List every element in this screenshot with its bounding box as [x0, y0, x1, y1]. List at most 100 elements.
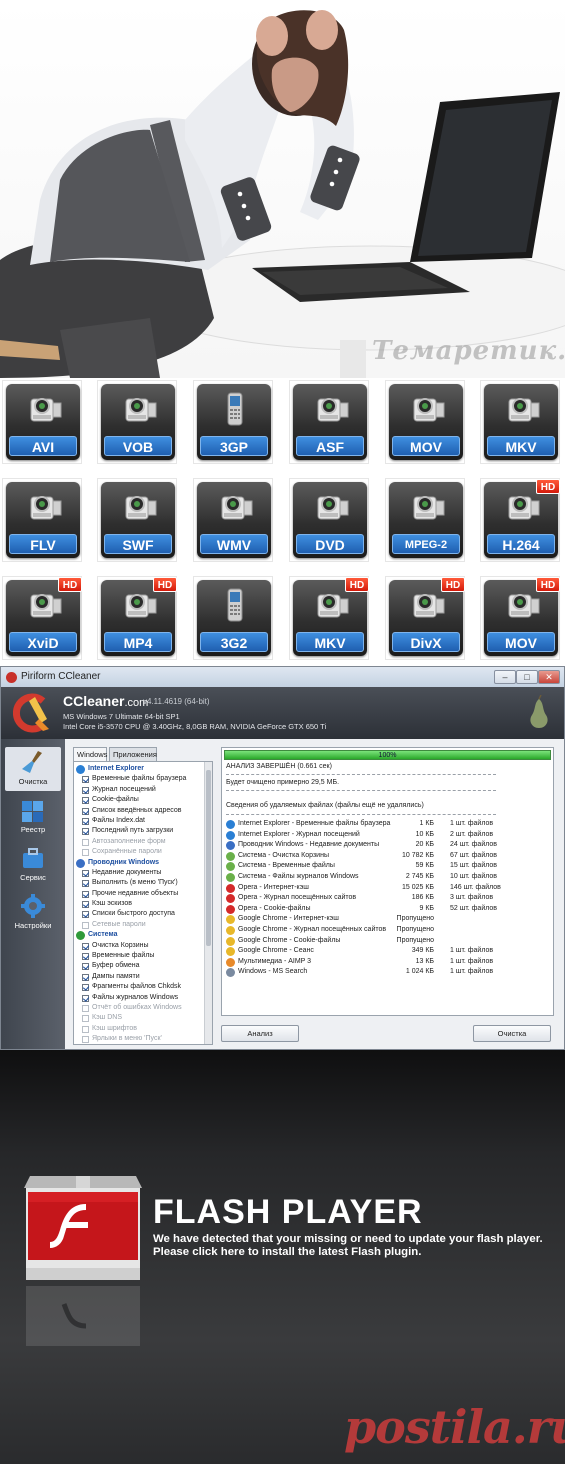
checkbox[interactable]	[82, 880, 89, 888]
result-row[interactable]: Windows - MS Search 1 024 КБ 1 шт. файлов	[226, 967, 551, 978]
format-tile[interactable]: MOV HD	[480, 576, 560, 660]
checkbox[interactable]	[82, 901, 89, 909]
tree-option[interactable]: Журнал посещений	[74, 785, 212, 795]
result-row[interactable]: Google Chrome - Интернет-кэш Пропущено	[226, 914, 551, 925]
tree-category[interactable]: Система	[74, 930, 212, 941]
format-tile[interactable]: MPEG-2	[385, 478, 465, 562]
checkbox[interactable]	[82, 869, 89, 877]
checkbox[interactable]	[82, 797, 89, 805]
tree-option[interactable]: Ярлыки в меню 'Пуск'	[74, 1034, 212, 1044]
format-tile[interactable]: MKV HD	[289, 576, 369, 660]
tree-scrollbar[interactable]	[204, 762, 212, 1044]
maximize-button[interactable]: □	[516, 670, 538, 684]
format-tile[interactable]: VOB	[97, 380, 177, 464]
tree-option[interactable]: Кэш DNS	[74, 1013, 212, 1023]
format-tile[interactable]: 3G2	[193, 576, 273, 660]
tree-option[interactable]: Недавние документы	[74, 868, 212, 878]
checkbox[interactable]	[82, 963, 89, 971]
tree-option[interactable]: Отчёт об ошибках Windows	[74, 1003, 212, 1013]
tree-category[interactable]: Проводник Windows	[74, 858, 212, 868]
checkbox[interactable]	[82, 817, 89, 825]
result-row[interactable]: Opera - Интернет-кэш 15 025 КБ 146 шт. фай…	[226, 883, 551, 894]
tree-option[interactable]: Кэш шрифтов	[74, 1024, 212, 1034]
result-row[interactable]: Internet Explorer - Журнал посещений 10 К…	[226, 830, 551, 841]
checkbox[interactable]	[82, 953, 89, 961]
run-cleaner-button[interactable]: Очистка	[473, 1025, 551, 1042]
scrollbar-thumb[interactable]	[206, 770, 211, 946]
checkbox[interactable]	[82, 911, 89, 919]
result-row[interactable]: Internet Explorer - Временные файлы брау…	[226, 819, 551, 830]
result-row[interactable]: Google Chrome - Журнал посещённых сайтов…	[226, 925, 551, 936]
close-button[interactable]: ✕	[538, 670, 560, 684]
tree-option[interactable]: Временные файлы браузера	[74, 774, 212, 784]
tree-option[interactable]: Автозаполнение форм	[74, 837, 212, 847]
format-tile[interactable]: XviD HD	[2, 576, 82, 660]
format-tile[interactable]: AVI	[2, 380, 82, 464]
sidebar-item-tools[interactable]: Сервис	[5, 843, 61, 887]
checkbox[interactable]	[82, 828, 89, 836]
tree-option[interactable]: Файлы журналов Windows	[74, 993, 212, 1003]
checkbox[interactable]	[82, 838, 89, 846]
checkbox[interactable]	[82, 994, 89, 1002]
format-tile[interactable]: FLV	[2, 478, 82, 562]
minimize-button[interactable]: –	[494, 670, 516, 684]
tree-option[interactable]: Файлы Index.dat	[74, 816, 212, 826]
sidebar-item-registry[interactable]: Реестр	[5, 795, 61, 839]
tree-option[interactable]: Сохранённые пароли	[74, 847, 212, 857]
result-row[interactable]: Система - Файлы журналов Windows 2 745 КБ…	[226, 872, 551, 883]
tree-category[interactable]: Internet Explorer	[74, 764, 212, 774]
result-row[interactable]: Opera - Cookie-файлы 9 КБ 52 шт. файлов	[226, 904, 551, 915]
tree-option[interactable]: Последний путь загрузки	[74, 826, 212, 836]
format-tile[interactable]: H.264 HD	[480, 478, 560, 562]
result-row[interactable]: Мультимедиа - AIMP 3 13 КБ 1 шт. файлов	[226, 957, 551, 968]
checkbox[interactable]	[82, 1015, 89, 1023]
tree-option[interactable]: Очистка Корзины	[74, 941, 212, 951]
format-tile[interactable]: 3GP	[193, 380, 273, 464]
format-tile[interactable]: MP4 HD	[97, 576, 177, 660]
tree-option[interactable]: Список введённых адресов	[74, 806, 212, 816]
format-tile[interactable]: SWF	[97, 478, 177, 562]
checkbox[interactable]	[82, 984, 89, 992]
checkbox[interactable]	[82, 942, 89, 950]
tree-option[interactable]: Временные файлы	[74, 951, 212, 961]
analyze-button[interactable]: Анализ	[221, 1025, 299, 1042]
tree-option[interactable]: Буфер обмена	[74, 961, 212, 971]
flash-update-message[interactable]: We have detected that your missing or ne…	[153, 1233, 553, 1259]
checkbox[interactable]	[82, 1025, 89, 1033]
tab-applications[interactable]: Приложения	[109, 747, 157, 761]
result-row[interactable]: Система - Очистка Корзины 10 782 КБ 67 шт.…	[226, 851, 551, 862]
checkbox[interactable]	[82, 849, 89, 857]
checkbox[interactable]	[82, 776, 89, 784]
result-row[interactable]: Opera - Журнал посещённых сайтов 186 КБ 3 …	[226, 893, 551, 904]
format-tile[interactable]: DVD	[289, 478, 369, 562]
result-row[interactable]: Система - Временные файлы 59 КБ 15 шт. фай…	[226, 861, 551, 872]
checkbox[interactable]	[82, 921, 89, 929]
format-tile[interactable]: DivX HD	[385, 576, 465, 660]
format-tile[interactable]: MKV	[480, 380, 560, 464]
result-row[interactable]: Google Chrome - Сеанс 349 КБ 1 шт. файлов	[226, 946, 551, 957]
format-tile[interactable]: MOV	[385, 380, 465, 464]
flash-player-banner[interactable]: FLASH PLAYER We have detected that your …	[0, 1050, 565, 1464]
tree-option[interactable]: Сетевые пароли	[74, 920, 212, 930]
format-tile[interactable]: ASF	[289, 380, 369, 464]
format-tile[interactable]: WMV	[193, 478, 273, 562]
tree-option[interactable]: Кэш эскизов	[74, 899, 212, 909]
checkbox[interactable]	[82, 1004, 89, 1012]
checkbox[interactable]	[82, 786, 89, 794]
tree-option[interactable]: Фрагменты файлов Chkdsk	[74, 982, 212, 992]
tree-option[interactable]: Списки быстрого доступа	[74, 909, 212, 919]
checkbox[interactable]	[82, 1036, 89, 1044]
checkbox[interactable]	[82, 890, 89, 898]
sidebar-item-settings[interactable]: Настройки	[5, 891, 61, 935]
sidebar-item-cleaner[interactable]: Очистка	[5, 747, 61, 791]
tree-option[interactable]: Cookie-файлы	[74, 795, 212, 805]
tab-windows[interactable]: Windows	[73, 747, 107, 761]
result-row[interactable]: Google Chrome - Cookie-файлы Пропущено	[226, 936, 551, 947]
tree-option[interactable]: Прочие недавние объекты	[74, 889, 212, 899]
result-row[interactable]: Проводник Windows - Недавние документы 20…	[226, 840, 551, 851]
checkbox[interactable]	[82, 973, 89, 981]
flash-title[interactable]: FLASH PLAYER	[153, 1193, 423, 1232]
tree-option[interactable]: Выполнить (в меню 'Пуск')	[74, 878, 212, 888]
tree-option[interactable]: Дампы памяти	[74, 972, 212, 982]
checkbox[interactable]	[82, 807, 89, 815]
